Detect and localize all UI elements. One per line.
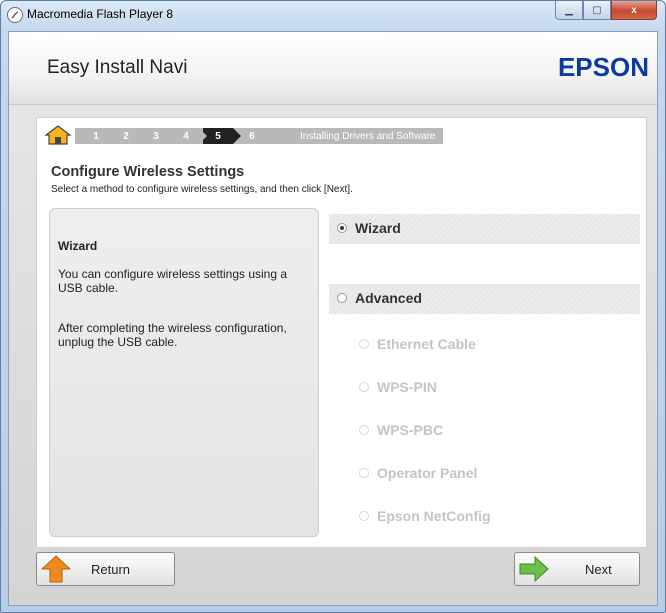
minimize-icon: ▁	[565, 4, 573, 16]
radio-ethernet	[359, 339, 369, 349]
minimize-button[interactable]: ▁	[555, 1, 583, 20]
radio-netconfig	[359, 511, 369, 521]
option-wizard[interactable]: Wizard	[337, 220, 401, 236]
next-button[interactable]: Next	[514, 552, 640, 586]
radio-advanced[interactable]	[337, 293, 347, 303]
window-controls: ▁ ▢ x	[555, 1, 657, 21]
option-wps-pbc: WPS-PBC	[359, 422, 443, 438]
option-wizard-label: Wizard	[355, 220, 401, 236]
home-icon[interactable]	[43, 124, 73, 146]
page-title: Configure Wireless Settings	[51, 164, 245, 180]
radio-wps-pbc	[359, 425, 369, 435]
radio-operator-panel	[359, 468, 369, 478]
description-paragraph: After completing the wireless configurat…	[58, 321, 287, 349]
window-title: Macromedia Flash Player 8	[27, 7, 174, 21]
app-title: Easy Install Navi	[47, 57, 188, 78]
content-area: 1 2 3 4 5 6 Installing Drivers and Softw…	[9, 105, 657, 605]
epson-logo: EPSON	[557, 52, 649, 82]
app-window: Macromedia Flash Player 8 ▁ ▢ x Easy Ins…	[0, 0, 666, 613]
option-operator-panel-label: Operator Panel	[377, 465, 478, 481]
radio-wizard[interactable]	[337, 223, 347, 233]
return-button[interactable]: Return	[36, 552, 175, 586]
option-netconfig: Epson NetConfig	[359, 508, 491, 524]
step-6: 6	[239, 128, 273, 144]
close-button[interactable]: x	[611, 1, 657, 20]
app-header: Easy Install Navi EPSON	[9, 32, 657, 105]
main-panel: 1 2 3 4 5 6 Installing Drivers and Softw…	[36, 117, 647, 548]
close-icon: x	[631, 4, 637, 16]
option-ethernet: Ethernet Cable	[359, 336, 476, 352]
return-button-label: Return	[91, 561, 131, 577]
option-netconfig-label: Epson NetConfig	[377, 508, 491, 524]
step-progress-bar: 1 2 3 4 5 6 Installing Drivers and Softw…	[43, 124, 453, 146]
next-button-label: Next	[585, 561, 612, 577]
radio-wps-pin	[359, 382, 369, 392]
option-advanced[interactable]: Advanced	[337, 290, 422, 306]
status-bar	[9, 593, 657, 605]
maximize-button[interactable]: ▢	[583, 1, 611, 20]
page-subtitle: Select a method to configure wireless se…	[51, 184, 353, 195]
step-1: 1	[83, 128, 117, 144]
step-5-active: 5	[203, 128, 241, 144]
option-wps-pbc-label: WPS-PBC	[377, 422, 444, 438]
arrow-up-icon	[39, 554, 73, 584]
description-title: Wizard	[58, 239, 98, 253]
option-advanced-label: Advanced	[355, 290, 422, 306]
title-bar[interactable]: Macromedia Flash Player 8 ▁ ▢ x	[1, 1, 665, 29]
description-paragraph: You can configure wireless settings usin…	[58, 267, 288, 295]
step-trailing-label: Installing Drivers and Software	[300, 131, 436, 142]
maximize-icon: ▢	[592, 4, 602, 16]
client-area: Easy Install Navi EPSON 1 2 3 4 5 6 Inst…	[8, 31, 658, 606]
option-wps-pin: WPS-PIN	[359, 379, 437, 395]
option-ethernet-label: Ethernet Cable	[377, 336, 476, 352]
option-operator-panel: Operator Panel	[359, 465, 477, 481]
flash-player-icon	[7, 7, 23, 23]
arrow-right-icon	[517, 554, 551, 584]
description-box: Wizard You can configure wireless settin…	[49, 208, 319, 537]
option-wps-pin-label: WPS-PIN	[377, 379, 437, 395]
